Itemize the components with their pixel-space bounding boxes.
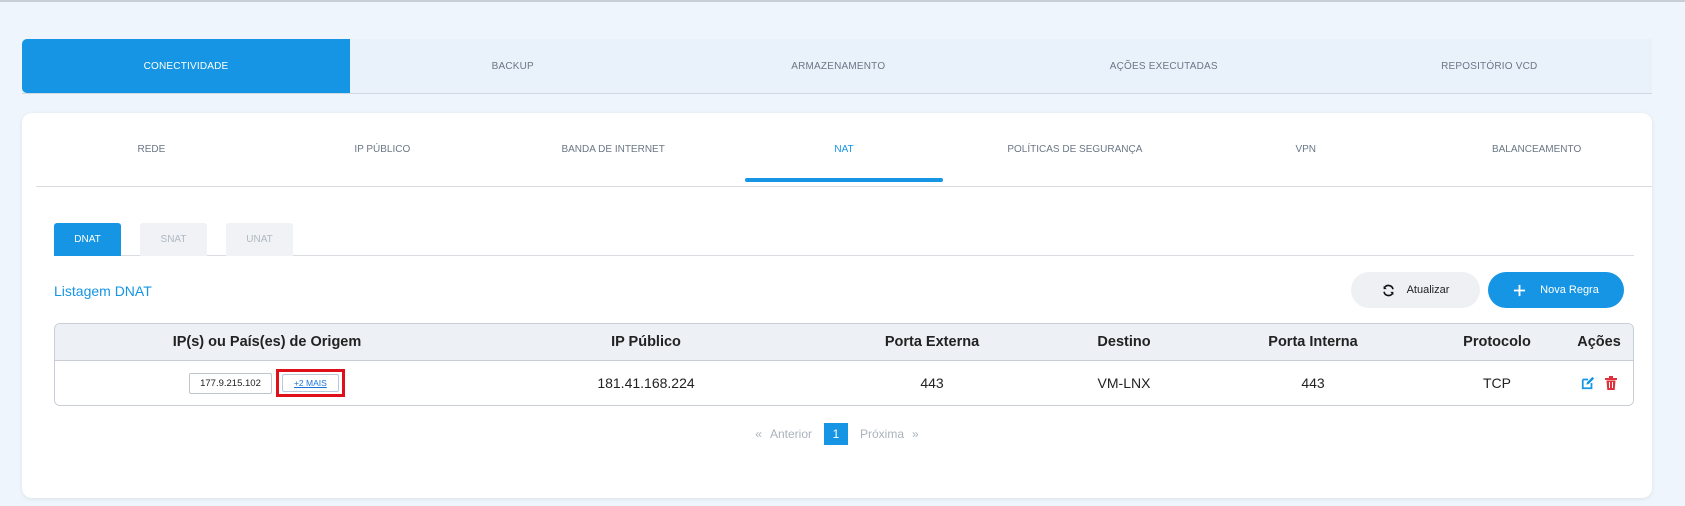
table-row: 177.9.215.102 +2 MAIS 181.41.168.224 443… — [55, 361, 1633, 405]
nat-type-tabs: DNAT SNAT UNAT — [54, 223, 1634, 256]
origin-cell: 177.9.215.102 +2 MAIS — [55, 361, 479, 405]
next-page-link[interactable]: Próxima — [860, 427, 904, 441]
pagination: « Anterior 1 Próxima » — [22, 423, 1652, 445]
tab-backup[interactable]: BACKUP — [350, 39, 676, 93]
more-highlight-box: +2 MAIS — [275, 369, 345, 397]
header-destino: Destino — [1097, 334, 1151, 350]
header-acoes: Ações — [1577, 334, 1621, 350]
dnat-table: IP(s) ou País(es) de Origem IP Público P… — [54, 323, 1634, 406]
list-title: Listagem DNAT — [54, 283, 152, 299]
tab-armazenamento[interactable]: ARMAZENAMENTO — [676, 39, 1002, 93]
subtab-banda-internet[interactable]: BANDA DE INTERNET — [498, 113, 729, 186]
header-ip-publico: IP Público — [611, 334, 681, 350]
table-header: IP(s) ou País(es) de Origem IP Público P… — [55, 324, 1633, 361]
header-protocolo: Protocolo — [1463, 334, 1531, 350]
header-porta-externa: Porta Externa — [884, 334, 980, 350]
refresh-button[interactable]: Atualizar — [1351, 272, 1480, 308]
internal-port-cell: 443 — [1301, 375, 1325, 391]
header-origem: IP(s) ou País(es) de Origem — [172, 334, 362, 350]
main-tabs: CONECTIVIDADE BACKUP ARMAZENAMENTO AÇÕES… — [22, 39, 1652, 94]
trash-icon[interactable] — [1605, 376, 1617, 390]
current-page[interactable]: 1 — [824, 423, 848, 445]
prev-page-link[interactable]: Anterior — [770, 427, 812, 441]
plus-icon — [1513, 284, 1526, 297]
subtab-nat[interactable]: NAT — [729, 113, 960, 186]
next-arrow[interactable]: » — [912, 427, 919, 441]
origin-ip: 177.9.215.102 — [189, 372, 272, 394]
more-origins-button[interactable]: +2 MAIS — [281, 374, 339, 392]
tab-dnat[interactable]: DNAT — [54, 223, 121, 256]
header-porta-interna: Porta Interna — [1268, 334, 1358, 350]
destination-cell: VM-LNX — [1097, 375, 1151, 391]
external-port-cell: 443 — [920, 375, 944, 391]
subtab-ip-publico[interactable]: IP PÚBLICO — [267, 113, 498, 186]
subtab-rede[interactable]: REDE — [36, 113, 267, 186]
refresh-label: Atualizar — [1406, 284, 1450, 296]
content-card: REDE IP PÚBLICO BANDA DE INTERNET NAT PO… — [22, 113, 1652, 498]
protocol-cell: TCP — [1483, 375, 1511, 391]
edit-icon[interactable] — [1581, 376, 1595, 390]
subtab-balanceamento[interactable]: BALANCEAMENTO — [1421, 113, 1652, 186]
refresh-icon — [1382, 284, 1395, 297]
tab-unat[interactable]: UNAT — [226, 223, 293, 256]
new-rule-button[interactable]: Nova Regra — [1488, 272, 1624, 308]
top-border — [0, 0, 1685, 2]
public-ip-cell: 181.41.168.224 — [597, 375, 695, 391]
tab-repositorio-vcd[interactable]: REPOSITÓRIO VCD — [1327, 39, 1653, 93]
tab-snat[interactable]: SNAT — [140, 223, 207, 256]
new-rule-label: Nova Regra — [1540, 284, 1599, 296]
tab-conectividade[interactable]: CONECTIVIDADE — [22, 39, 350, 93]
subtab-vpn[interactable]: VPN — [1190, 113, 1421, 186]
tab-acoes-executadas[interactable]: AÇÕES EXECUTADAS — [1001, 39, 1327, 93]
actions-cell — [1565, 361, 1633, 405]
subtab-politicas-seguranca[interactable]: POLÍTICAS DE SEGURANÇA — [959, 113, 1190, 186]
prev-arrow[interactable]: « — [755, 427, 762, 441]
connectivity-subtabs: REDE IP PÚBLICO BANDA DE INTERNET NAT PO… — [36, 113, 1652, 187]
